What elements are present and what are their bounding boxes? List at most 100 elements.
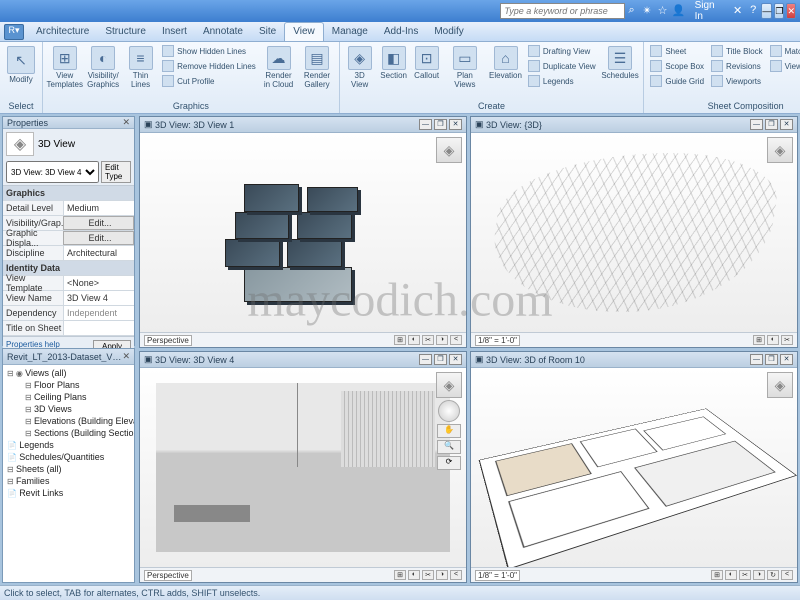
vp2-close-icon[interactable]: ✕ xyxy=(780,119,793,130)
browser-close-icon[interactable]: ✕ xyxy=(122,351,130,362)
viewport-3[interactable]: ▣ 3D View: 3D View 4—❐✕ ◈✋🔍⟳ Perspective… xyxy=(139,351,467,583)
vp4-scale[interactable]: 1/8" = 1'-0" xyxy=(475,570,520,581)
tab-addins[interactable]: Add-Ins xyxy=(376,23,426,41)
viewcube-icon[interactable]: ◈ xyxy=(436,372,462,398)
tab-annotate[interactable]: Annotate xyxy=(195,23,251,41)
matchline-button[interactable]: Matchline xyxy=(768,44,800,58)
tree-elevations[interactable]: Elevations (Building Elevation) xyxy=(3,415,134,427)
help-icon[interactable]: ? xyxy=(747,4,760,18)
prop-title-on-sheet[interactable]: Title on Sheet xyxy=(3,321,134,336)
view-templates-button[interactable]: ⊞View Templates xyxy=(47,44,82,92)
vp1-f2[interactable]: ◐ xyxy=(408,335,420,345)
viewport-4-header[interactable]: ▣ 3D View: 3D of Room 10—❐✕ xyxy=(471,352,797,368)
tree-sections[interactable]: Sections (Building Section) xyxy=(3,427,134,439)
viewcube-icon[interactable]: ◈ xyxy=(767,372,793,398)
guide-grid-button[interactable]: Guide Grid xyxy=(648,74,706,88)
viewport-2-header[interactable]: ▣ 3D View: {3D}—❐✕ xyxy=(471,117,797,133)
browser-header[interactable]: Revit_LT_2013-Dataset_VS.rvt - Proje...✕ xyxy=(3,349,134,365)
visibility-edit-button[interactable]: Edit... xyxy=(63,216,134,230)
tree-ceiling-plans[interactable]: Ceiling Plans xyxy=(3,391,134,403)
tab-view[interactable]: View xyxy=(284,22,324,41)
viewcube-icon[interactable]: ◈ xyxy=(767,137,793,163)
callout-button[interactable]: ⊡Callout xyxy=(412,44,442,83)
maximize-button[interactable]: ❐ xyxy=(774,3,784,19)
vp4-close-icon[interactable]: ✕ xyxy=(780,354,793,365)
infocenter-icon[interactable]: ⌕ xyxy=(625,4,638,18)
show-hidden-button[interactable]: Show Hidden Lines xyxy=(160,44,258,58)
viewport-1-canvas[interactable]: ◈ xyxy=(140,133,466,332)
tree-floor-plans[interactable]: Floor Plans xyxy=(3,379,134,391)
nav-pan-icon[interactable]: ✋ xyxy=(437,424,461,438)
exchange-icon[interactable]: ✕ xyxy=(731,4,744,18)
tab-manage[interactable]: Manage xyxy=(324,23,376,41)
scope-box-button[interactable]: Scope Box xyxy=(648,59,706,73)
vp2-scale[interactable]: 1/8" = 1'-0" xyxy=(475,335,520,346)
modify-button[interactable]: ↖ Modify xyxy=(4,44,38,87)
viewport-3-header[interactable]: ▣ 3D View: 3D View 4—❐✕ xyxy=(140,352,466,368)
user-icon[interactable]: 👤 xyxy=(672,4,686,18)
visibility-button[interactable]: ◐Visibility/ Graphics xyxy=(85,44,120,92)
vp3-close-icon[interactable]: ✕ xyxy=(449,354,462,365)
schedules-button[interactable]: ☰Schedules xyxy=(601,44,640,83)
prop-graphic-display[interactable]: Graphic Displa...Edit... xyxy=(3,231,134,246)
app-menu-button[interactable]: R▾ xyxy=(4,24,24,40)
viewport-3-canvas[interactable]: ◈✋🔍⟳ xyxy=(140,368,466,567)
vp3-min-icon[interactable]: — xyxy=(419,354,432,365)
vp3-scale[interactable]: Perspective xyxy=(144,570,192,581)
viewport-1-header[interactable]: ▣ 3D View: 3D View 1—❐✕ xyxy=(140,117,466,133)
project-browser-tree[interactable]: Views (all) Floor Plans Ceiling Plans 3D… xyxy=(3,365,134,582)
instance-selector[interactable]: 3D View: 3D View 4 xyxy=(6,161,99,183)
prop-detail-level[interactable]: Detail LevelMedium xyxy=(3,201,134,216)
vp4-min-icon[interactable]: — xyxy=(750,354,763,365)
vp1-f3[interactable]: ✂ xyxy=(422,335,434,345)
tab-site[interactable]: Site xyxy=(251,23,284,41)
tree-revit-links[interactable]: Revit Links xyxy=(3,487,134,499)
title-block-button[interactable]: Title Block xyxy=(709,44,765,58)
nav-orbit-icon[interactable]: ⟳ xyxy=(437,456,461,470)
remove-hidden-button[interactable]: Remove Hidden Lines xyxy=(160,59,258,73)
vp4-max-icon[interactable]: ❐ xyxy=(765,354,778,365)
vp2-max-icon[interactable]: ❐ xyxy=(765,119,778,130)
vp1-scale[interactable]: Perspective xyxy=(144,335,192,346)
keytips-icon[interactable]: ✴ xyxy=(641,4,654,18)
edit-type-button[interactable]: Edit Type xyxy=(101,161,131,183)
legends-button[interactable]: Legends xyxy=(526,74,598,88)
tree-families[interactable]: Families xyxy=(3,475,134,487)
properties-header[interactable]: Properties✕ xyxy=(3,117,134,129)
viewport-4[interactable]: ▣ 3D View: 3D of Room 10—❐✕ ◈ 1/8" = 1'-… xyxy=(470,351,798,583)
steering-wheel-icon[interactable] xyxy=(438,400,460,422)
view-ref-button[interactable]: View Reference xyxy=(768,59,800,73)
minimize-button[interactable]: — xyxy=(761,3,772,19)
signin-link[interactable]: Sign In xyxy=(695,0,723,22)
tab-insert[interactable]: Insert xyxy=(154,23,195,41)
prop-group-graphics[interactable]: Graphics xyxy=(3,186,134,201)
vp1-max-icon[interactable]: ❐ xyxy=(434,119,447,130)
tree-legends[interactable]: Legends xyxy=(3,439,134,451)
viewcube-icon[interactable]: ◈ xyxy=(436,137,462,163)
tree-sheets[interactable]: Sheets (all) xyxy=(3,463,134,475)
viewport-2-canvas[interactable]: ◈ xyxy=(471,133,797,332)
cut-profile-button[interactable]: Cut Profile xyxy=(160,74,258,88)
render-gallery-button[interactable]: ▤Render Gallery xyxy=(299,44,334,92)
tab-modify[interactable]: Modify xyxy=(426,23,471,41)
sheet-button[interactable]: Sheet xyxy=(648,44,706,58)
tab-architecture[interactable]: Architecture xyxy=(28,23,97,41)
section-button[interactable]: ◧Section xyxy=(379,44,409,83)
vp1-close-icon[interactable]: ✕ xyxy=(449,119,462,130)
vp1-f4[interactable]: ◑ xyxy=(436,335,448,345)
graphic-display-edit-button[interactable]: Edit... xyxy=(63,231,134,245)
elevation-button[interactable]: ⌂Elevation xyxy=(488,44,523,83)
viewport-1[interactable]: ▣ 3D View: 3D View 1—❐✕ ◈ Perspective ⊞◐✂… xyxy=(139,116,467,348)
revisions-button[interactable]: Revisions xyxy=(709,59,765,73)
prop-view-template[interactable]: View Template<None> xyxy=(3,276,134,291)
vp3-max-icon[interactable]: ❐ xyxy=(434,354,447,365)
vp1-f1[interactable]: ⊞ xyxy=(394,335,406,345)
help-search-input[interactable] xyxy=(500,3,625,19)
close-button[interactable]: ✕ xyxy=(786,3,796,19)
viewports-button[interactable]: Viewports xyxy=(709,74,765,88)
vp2-min-icon[interactable]: — xyxy=(750,119,763,130)
viewport-4-canvas[interactable]: ◈ xyxy=(471,368,797,567)
plan-views-button[interactable]: ▭Plan Views xyxy=(445,44,485,92)
tree-views-all[interactable]: Views (all) xyxy=(3,367,134,379)
properties-close-icon[interactable]: ✕ xyxy=(122,117,130,128)
